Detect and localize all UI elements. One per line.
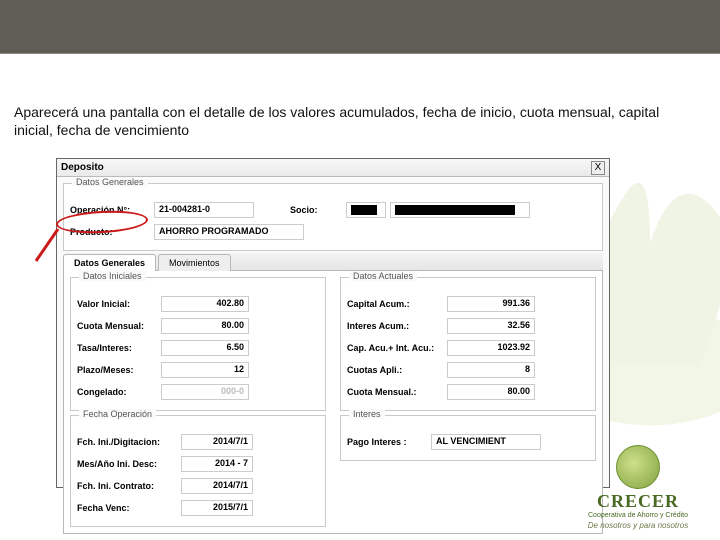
slide-top-bar (0, 0, 720, 54)
cuota-mensual-act-value: 80.00 (447, 384, 535, 400)
plazo-label: Plazo/Meses: (77, 365, 161, 375)
capital-label: Capital Acum.: (347, 299, 447, 309)
venc-value: 2015/7/1 (181, 500, 253, 516)
mes-label: Mes/Año Ini. Desc: (77, 459, 181, 469)
group-legend: Datos Iniciales (79, 271, 146, 281)
pago-value: AL VENCIMIENT (431, 434, 541, 450)
socio-num (346, 202, 386, 218)
valor-inicial-value: 402.80 (161, 296, 249, 312)
datos-generales-group: Datos Generales Operación N°: 21-004281-… (63, 183, 603, 251)
caption-text: Aparecerá una pantalla con el detalle de… (14, 104, 700, 139)
capital-value: 991.36 (447, 296, 535, 312)
group-legend: Fecha Operación (79, 409, 156, 419)
cuota-mensual-label: Cuota Mensual: (77, 321, 161, 331)
capint-value: 1023.92 (447, 340, 535, 356)
logo-icon (616, 445, 660, 489)
group-legend: Interes (349, 409, 385, 419)
tab-panel: Datos Iniciales Valor Inicial:402.80 Cuo… (63, 271, 603, 534)
deposito-window: Deposito X Datos Generales Operación N°:… (56, 158, 610, 488)
close-button[interactable]: X (591, 161, 605, 175)
group-legend: Datos Actuales (349, 271, 417, 281)
tasa-value: 6.50 (161, 340, 249, 356)
operacion-value: 21-004281-0 (154, 202, 254, 218)
tasa-label: Tasa/Interes: (77, 343, 161, 353)
congelado-value: 000-0 (161, 384, 249, 400)
group-legend: Datos Generales (72, 177, 148, 187)
cuotas-label: Cuotas Apli.: (347, 365, 447, 375)
cuota-mensual-act-label: Cuota Mensual.: (347, 387, 447, 397)
mes-value: 2014 - 7 (181, 456, 253, 472)
cuota-mensual-value: 80.00 (161, 318, 249, 334)
titlebar: Deposito X (57, 159, 609, 177)
tab-movimientos[interactable]: Movimientos (158, 254, 231, 271)
interes-value: 32.56 (447, 318, 535, 334)
plazo-value: 12 (161, 362, 249, 378)
operacion-label: Operación N°: (70, 205, 154, 215)
cont-label: Fch. Ini. Contrato: (77, 481, 181, 491)
datos-iniciales-group: Datos Iniciales Valor Inicial:402.80 Cuo… (70, 277, 326, 411)
producto-label: Producto: (70, 227, 154, 237)
dig-value: 2014/7/1 (181, 434, 253, 450)
socio-name (390, 202, 530, 218)
interes-group: Interes Pago Interes :AL VENCIMIENT (340, 415, 596, 461)
socio-label: Socio: (290, 205, 346, 215)
logo-sub: Cooperativa de Ahorro y Crédito (572, 512, 704, 519)
pago-label: Pago Interes : (347, 437, 431, 447)
cuotas-value: 8 (447, 362, 535, 378)
congelado-label: Congelado: (77, 387, 161, 397)
producto-value: AHORRO PROGRAMADO (154, 224, 304, 240)
fecha-operacion-group: Fecha Operación Fch. Ini./Digitacion:201… (70, 415, 326, 527)
tabstrip: Datos Generales Movimientos (63, 253, 603, 271)
cont-value: 2014/7/1 (181, 478, 253, 494)
logo-tag: De nosotros y para nosotros (572, 521, 704, 530)
window-title: Deposito (61, 162, 104, 173)
dig-label: Fch. Ini./Digitacion: (77, 437, 181, 447)
capint-label: Cap. Acu.+ Int. Acu.: (347, 343, 447, 353)
venc-label: Fecha Venc: (77, 503, 181, 513)
logo-name: CRECER (572, 491, 704, 512)
tab-datos-generales[interactable]: Datos Generales (63, 254, 156, 271)
crecer-logo: CRECER Cooperativa de Ahorro y Crédito D… (572, 445, 704, 530)
valor-inicial-label: Valor Inicial: (77, 299, 161, 309)
datos-actuales-group: Datos Actuales Capital Acum.:991.36 Inte… (340, 277, 596, 411)
interes-label: Interes Acum.: (347, 321, 447, 331)
